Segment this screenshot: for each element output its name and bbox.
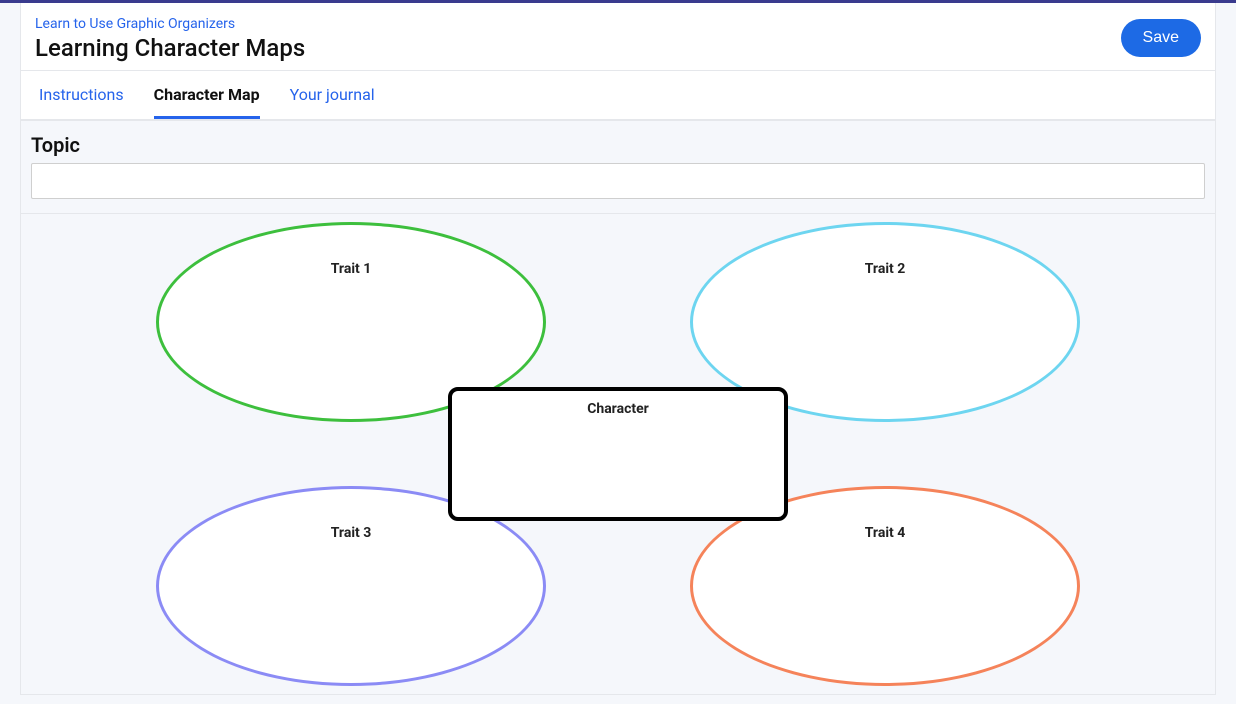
header-left: Learn to Use Graphic Organizers Learning… <box>35 13 305 62</box>
topic-input[interactable] <box>31 163 1205 199</box>
header: Learn to Use Graphic Organizers Learning… <box>21 3 1215 71</box>
tab-journal[interactable]: Your journal <box>290 71 375 119</box>
topic-section: Topic <box>21 121 1215 214</box>
page-title: Learning Character Maps <box>35 34 305 62</box>
tabs: Instructions Character Map Your journal <box>21 71 1215 120</box>
topic-label: Topic <box>31 133 1205 157</box>
save-button[interactable]: Save <box>1121 19 1201 57</box>
breadcrumb-link[interactable]: Learn to Use Graphic Organizers <box>35 16 235 32</box>
character-map-canvas: Trait 1 Trait 2 Trait 3 Trait 4 Characte… <box>21 214 1215 694</box>
tab-character-map[interactable]: Character Map <box>154 71 260 119</box>
header-card: Learn to Use Graphic Organizers Learning… <box>20 3 1216 121</box>
character-center-box[interactable]: Character <box>448 387 788 521</box>
workspace: Topic Trait 1 Trait 2 Trait 3 Trait 4 Ch… <box>20 121 1216 695</box>
page-root: Learn to Use Graphic Organizers Learning… <box>0 0 1236 704</box>
tab-instructions[interactable]: Instructions <box>39 71 124 119</box>
